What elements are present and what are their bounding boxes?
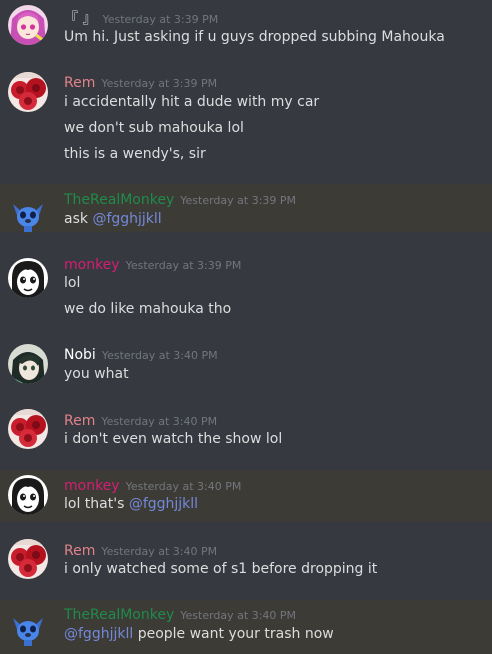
user-mention[interactable]: @fgghjjkll [64, 626, 133, 642]
author-name[interactable]: TheRealMonkey [64, 192, 174, 208]
message: monkey Yesterday at 3:40 PM lol that's @fg… [0, 470, 492, 522]
message: TheRealMonkey Yesterday at 3:40 PM @fgghjj… [0, 600, 492, 654]
timestamp: Yesterday at 3:40 PM [101, 545, 218, 558]
text-segment: lol that's [64, 496, 129, 512]
message-header: Nobi Yesterday at 3:40 PM [64, 344, 218, 363]
author-name[interactable]: Rem [64, 413, 95, 429]
message-header: monkey Yesterday at 3:39 PM [64, 254, 241, 273]
text-segment: i accidentally hit a dude with my car [64, 94, 320, 110]
user-mention[interactable]: @fgghjjkll [92, 211, 161, 227]
timestamp: Yesterday at 3:39 PM [101, 77, 218, 90]
message-text: lol [64, 275, 80, 291]
message-header: monkey Yesterday at 3:40 PM [64, 475, 241, 494]
author-name[interactable]: monkey [64, 478, 120, 494]
avatar-red-roses[interactable] [8, 539, 48, 579]
avatar-manga-face[interactable] [8, 475, 48, 515]
text-segment: lol [64, 275, 81, 291]
avatar-red-roses[interactable] [8, 409, 48, 449]
avatar-anime-girl-pink-hair[interactable] [8, 5, 48, 45]
author-name[interactable]: Rem [64, 75, 95, 91]
message-header: Rem Yesterday at 3:39 PM [64, 72, 217, 91]
author-name[interactable]: Nobi [64, 347, 96, 363]
timestamp: Yesterday at 3:40 PM [180, 609, 297, 622]
user-mention[interactable]: @fgghjjkll [129, 496, 198, 512]
message-header: Rem Yesterday at 3:40 PM [64, 410, 217, 429]
message-header: TheRealMonkey Yesterday at 3:40 PM [64, 604, 296, 623]
message-header: 『 』 Yesterday at 3:39 PM [64, 8, 218, 28]
message: 『 』 Yesterday at 3:39 PM Um hi. Just askin… [0, 0, 492, 56]
message-text: i only watched some of s1 before droppin… [64, 561, 377, 577]
text-segment: i only watched some of s1 before droppin… [64, 561, 378, 577]
message-text: @fgghjjkll people want your trash now [64, 626, 334, 642]
message-text: Um hi. Just asking if u guys dropped sub… [64, 29, 445, 45]
timestamp: Yesterday at 3:39 PM [102, 13, 219, 26]
author-name[interactable]: 『 』 [64, 11, 96, 27]
text-segment: we do like mahouka tho [64, 301, 232, 317]
avatar-red-roses[interactable] [8, 72, 48, 112]
message-text: i accidentally hit a dude with my car [64, 94, 319, 110]
author-name[interactable]: monkey [64, 257, 120, 273]
text-segment: ask [64, 211, 93, 227]
message: Rem Yesterday at 3:40 PM i don't even watc… [0, 404, 492, 456]
message-header: Rem Yesterday at 3:40 PM [64, 540, 217, 559]
timestamp: Yesterday at 3:40 PM [125, 480, 242, 493]
chat-messages: 『 』 Yesterday at 3:39 PM Um hi. Just askin… [0, 0, 492, 654]
message: TheRealMonkey Yesterday at 3:39 PM ask @fg… [0, 184, 492, 234]
timestamp: Yesterday at 3:40 PM [101, 415, 218, 428]
message-text: you what [64, 366, 129, 382]
message: Nobi Yesterday at 3:40 PM you what [0, 338, 492, 390]
avatar-dark-hair-boy[interactable] [8, 344, 48, 384]
message: Rem Yesterday at 3:39 PM i accidentally hi… [0, 64, 492, 174]
avatar-stitch[interactable] [8, 608, 48, 648]
text-segment: we don't sub mahouka lol [64, 120, 244, 136]
timestamp: Yesterday at 3:39 PM [180, 194, 297, 207]
timestamp: Yesterday at 3:40 PM [101, 349, 218, 362]
author-name[interactable]: TheRealMonkey [64, 607, 174, 623]
message-text: this is a wendy's, sir [64, 146, 206, 162]
author-name[interactable]: Rem [64, 543, 95, 559]
text-segment: people want your trash now [133, 626, 334, 642]
message-text: ask @fgghjjkll [64, 211, 162, 227]
message-text: lol that's @fgghjjkll [64, 496, 198, 512]
message-text: we don't sub mahouka lol [64, 120, 244, 136]
message-text: we do like mahouka tho [64, 301, 231, 317]
message: monkey Yesterday at 3:39 PM lol we do like … [0, 248, 492, 324]
avatar-stitch[interactable] [8, 194, 48, 234]
timestamp: Yesterday at 3:39 PM [125, 259, 242, 272]
message-header: TheRealMonkey Yesterday at 3:39 PM [64, 189, 296, 208]
avatar-manga-face[interactable] [8, 258, 48, 298]
message-text: i don't even watch the show lol [64, 431, 282, 447]
text-segment: this is a wendy's, sir [64, 146, 206, 162]
text-segment: you what [64, 366, 129, 382]
message: Rem Yesterday at 3:40 PM i only watched so… [0, 534, 492, 590]
text-segment: i don't even watch the show lol [64, 431, 283, 447]
text-segment: Um hi. Just asking if u guys dropped sub… [64, 29, 445, 45]
